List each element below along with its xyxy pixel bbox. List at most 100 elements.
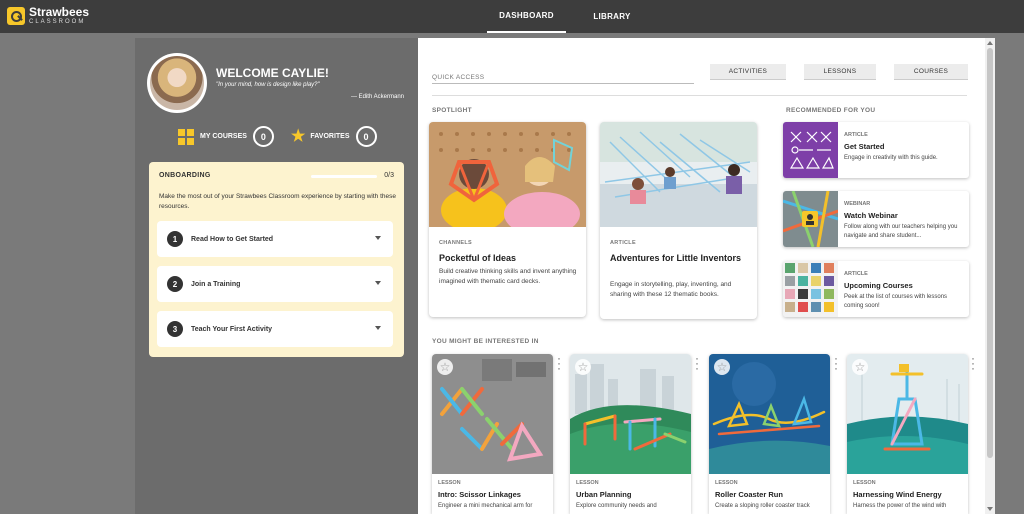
card-kicker: CHANNELS bbox=[439, 240, 472, 246]
logo-name: Strawbees bbox=[29, 5, 90, 19]
step-label: Read How to Get Started bbox=[191, 235, 274, 243]
logo-sub: CLASSROOM bbox=[29, 19, 86, 25]
activities-button[interactable]: ACTIVITIES bbox=[710, 64, 786, 80]
welcome-heading: WELCOME CAYLIE! bbox=[216, 66, 329, 80]
quote-author: — Edith Ackermann bbox=[350, 94, 404, 100]
lesson-description: Engineer a mini mechanical arm for bbox=[438, 503, 533, 509]
lesson-card-scissor-linkages[interactable]: ☆ LESSON Intro: Scissor Linkages Enginee… bbox=[432, 354, 553, 514]
top-bar: Strawbees CLASSROOM DASHBOARD LIBRARY bbox=[0, 0, 1024, 33]
more-options-icon[interactable]: · · · bbox=[971, 352, 975, 374]
onboarding-step-2[interactable]: 2 Join a Training bbox=[157, 266, 393, 302]
onboarding-step-1[interactable]: 1 Read How to Get Started bbox=[157, 221, 393, 257]
favorite-star-icon[interactable]: ☆ bbox=[852, 359, 868, 375]
card-description: Engage in storytelling, play, inventing,… bbox=[610, 281, 732, 299]
my-courses-label: MY COURSES bbox=[200, 133, 247, 140]
nav-dashboard[interactable]: DASHBOARD bbox=[487, 0, 566, 33]
onboarding-title: ONBOARDING bbox=[159, 172, 211, 179]
scrollbar[interactable] bbox=[985, 38, 995, 514]
recommended-watch-webinar[interactable]: WEBINAR Watch Webinar Follow along with … bbox=[783, 191, 969, 247]
lesson-title: Intro: Scissor Linkages bbox=[438, 490, 521, 499]
favorites-label: FAVORITES bbox=[310, 133, 350, 140]
onboarding-description: Make the most out of your Strawbees Clas… bbox=[159, 193, 396, 211]
chevron-down-icon bbox=[375, 326, 381, 330]
favorites-count: 0 bbox=[355, 126, 377, 147]
card-description: Build creative thinking skills and inven… bbox=[439, 268, 577, 286]
lessons-button[interactable]: LESSONS bbox=[804, 64, 876, 80]
favorite-star-icon[interactable]: ☆ bbox=[575, 359, 591, 375]
recommended-label: RECOMMENDED FOR YOU bbox=[786, 107, 876, 114]
quick-access-underline bbox=[432, 83, 694, 84]
my-courses-button[interactable]: MY COURSES 0 bbox=[178, 126, 274, 147]
rec-title: Upcoming Courses bbox=[844, 281, 913, 290]
favorite-star-icon[interactable]: ☆ bbox=[714, 359, 730, 375]
more-options-icon[interactable]: · · · bbox=[695, 352, 699, 374]
welcome-quote: "In your mind, how is design like play?" bbox=[216, 82, 320, 88]
lesson-title: Harnessing Wind Energy bbox=[853, 490, 942, 499]
step-label: Join a Training bbox=[191, 280, 241, 288]
lesson-kicker: LESSON bbox=[715, 480, 738, 486]
rec-kicker: ARTICLE bbox=[844, 132, 868, 138]
rec-kicker: WEBINAR bbox=[844, 201, 871, 207]
rec-description: Engage in creativity with this guide. bbox=[844, 155, 938, 161]
lesson-kicker: LESSON bbox=[438, 480, 461, 486]
lesson-description: Harness the power of the wind with bbox=[853, 503, 947, 509]
lesson-card-wind-energy[interactable]: ☆ LESSON Harnessing Wind Energy Harness … bbox=[847, 354, 968, 514]
card-title: Pocketful of Ideas bbox=[439, 253, 517, 263]
profile-panel: WELCOME CAYLIE! "In your mind, how is de… bbox=[135, 38, 418, 514]
quick-access-label: QUICK ACCESS bbox=[432, 74, 485, 81]
spotlight-card-pocketful[interactable]: CHANNELS Pocketful of Ideas Build creati… bbox=[429, 122, 586, 317]
recommended-upcoming-courses[interactable]: ARTICLE Upcoming Courses Peek at the lis… bbox=[783, 261, 969, 317]
step-label: Teach Your First Activity bbox=[191, 325, 273, 333]
favorites-button[interactable]: ★ FAVORITES 0 bbox=[291, 126, 377, 147]
avatar[interactable] bbox=[147, 53, 207, 113]
divider bbox=[432, 95, 967, 96]
spotlight-card-adventures[interactable]: ARTICLE Adventures for Little Inventors … bbox=[600, 122, 757, 319]
lesson-kicker: LESSON bbox=[576, 480, 599, 486]
onboarding-step-3[interactable]: 3 Teach Your First Activity bbox=[157, 311, 393, 347]
more-options-icon[interactable]: · · · bbox=[557, 352, 561, 374]
chevron-down-icon bbox=[375, 236, 381, 240]
spotlight-label: SPOTLIGHT bbox=[432, 107, 472, 114]
lesson-description: Explore community needs and bbox=[576, 503, 657, 509]
rec-description: Peek at the list of courses with lessons… bbox=[844, 294, 948, 309]
lesson-card-urban-planning[interactable]: ☆ LESSON Urban Planning Explore communit… bbox=[570, 354, 691, 514]
lesson-description: Create a sloping roller coaster track bbox=[715, 503, 810, 509]
rec-description: Follow along with our teachers helping y… bbox=[844, 224, 958, 239]
my-courses-count: 0 bbox=[252, 126, 274, 147]
get-started-image bbox=[783, 122, 838, 178]
dashboard-shell: WELCOME CAYLIE! "In your mind, how is de… bbox=[135, 38, 995, 514]
step-number: 1 bbox=[167, 231, 183, 247]
lesson-title: Roller Coaster Run bbox=[715, 490, 783, 499]
onboarding-card: ONBOARDING 0/3 Make the most out of your… bbox=[149, 162, 404, 357]
rec-title: Get Started bbox=[844, 142, 885, 151]
nav-library[interactable]: LIBRARY bbox=[582, 0, 642, 33]
upcoming-courses-image bbox=[783, 261, 838, 317]
chevron-down-icon bbox=[375, 281, 381, 285]
scroll-up-icon[interactable] bbox=[987, 41, 993, 45]
avatar-photo bbox=[150, 56, 204, 110]
onboarding-progress-text: 0/3 bbox=[384, 172, 394, 179]
favorite-star-icon[interactable]: ☆ bbox=[437, 359, 453, 375]
scroll-thumb[interactable] bbox=[987, 48, 993, 458]
rec-kicker: ARTICLE bbox=[844, 271, 868, 277]
strawbees-logo-icon bbox=[7, 6, 25, 25]
card-kicker: ARTICLE bbox=[610, 240, 636, 246]
more-options-icon[interactable]: · · · bbox=[834, 352, 838, 374]
webinar-image bbox=[783, 191, 838, 247]
adventures-image bbox=[600, 122, 757, 227]
lesson-kicker: LESSON bbox=[853, 480, 876, 486]
grid-icon bbox=[178, 128, 194, 145]
pocketful-image bbox=[429, 122, 586, 227]
card-title: Adventures for Little Inventors bbox=[610, 253, 742, 263]
star-icon: ★ bbox=[291, 127, 306, 145]
strawbees-logo[interactable]: Strawbees CLASSROOM bbox=[7, 6, 89, 25]
lesson-title: Urban Planning bbox=[576, 490, 632, 499]
scroll-down-icon[interactable] bbox=[987, 507, 993, 511]
lesson-card-roller-coaster[interactable]: ☆ LESSON Roller Coaster Run Create a slo… bbox=[709, 354, 830, 514]
rec-title: Watch Webinar bbox=[844, 211, 898, 220]
onboarding-progress-bar bbox=[311, 175, 377, 178]
main-content: QUICK ACCESS ACTIVITIES LESSONS COURSES … bbox=[418, 38, 985, 514]
recommended-get-started[interactable]: ARTICLE Get Started Engage in creativity… bbox=[783, 122, 969, 178]
interested-label: YOU MIGHT BE INTERESTED IN bbox=[432, 338, 539, 345]
courses-button[interactable]: COURSES bbox=[894, 64, 968, 80]
